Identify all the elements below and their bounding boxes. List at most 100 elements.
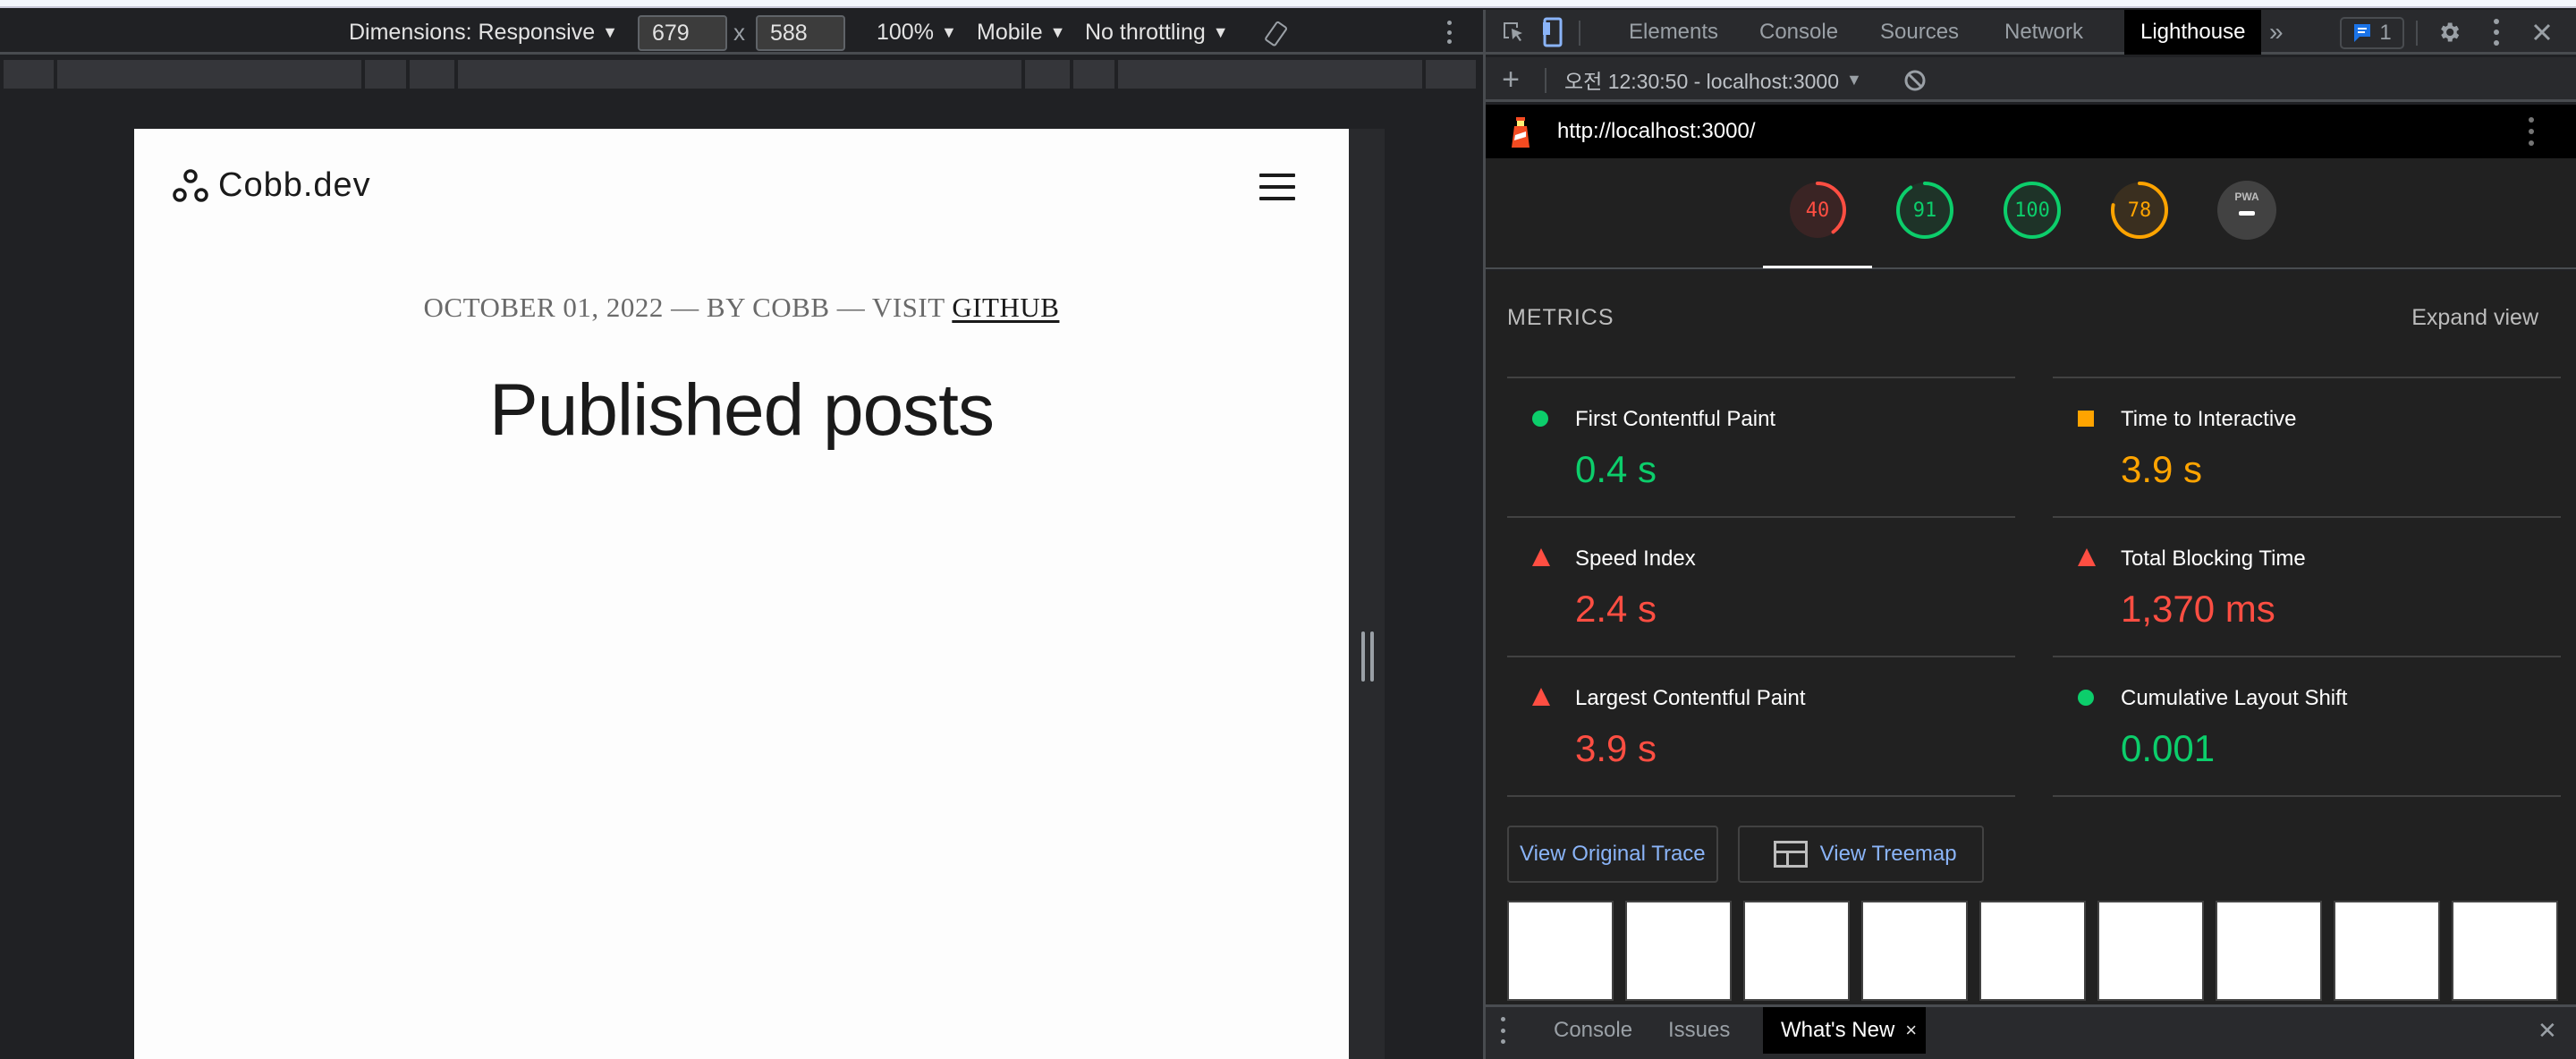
- fail-triangle-icon: [1532, 548, 1550, 566]
- emulated-viewport: Cobb.dev OCTOBER 01, 2022 — BY COBB — VI…: [134, 129, 1349, 1059]
- drawer-menu-icon[interactable]: [1498, 1017, 1507, 1044]
- zoom-dropdown[interactable]: 100% ▼: [877, 10, 957, 55]
- gauge-best-practices[interactable]: 100: [2002, 180, 2063, 241]
- expand-view-toggle[interactable]: Expand view: [2411, 305, 2538, 331]
- filmstrip-frame: [2097, 901, 2204, 1001]
- more-options-icon[interactable]: [1440, 19, 1458, 46]
- media-query-bar: [4, 60, 1479, 89]
- filmstrip-frame: [1743, 901, 1850, 1001]
- score-gauges: 40 91 100 78 PWA: [1486, 158, 2576, 269]
- toolbar-separator: [2416, 21, 2418, 46]
- metric-name: Cumulative Layout Shift: [2121, 686, 2348, 710]
- metric-cumulative-layout-shift: Cumulative Layout Shift 0.001: [2053, 657, 2563, 797]
- media-query-segment[interactable]: [1426, 60, 1476, 89]
- report-url[interactable]: http://localhost:3000/: [1557, 105, 1755, 158]
- caret-down-icon: ▼: [1846, 70, 1862, 89]
- device-toolbar: Dimensions: Responsive ▼ 679 x 588 100% …: [0, 10, 1483, 55]
- github-link[interactable]: GITHUB: [952, 292, 1059, 323]
- close-drawer-icon[interactable]: ✕: [2538, 1007, 2557, 1054]
- more-tabs-icon[interactable]: »: [2269, 10, 2284, 55]
- drawer-tab-issues[interactable]: Issues: [1668, 1007, 1730, 1054]
- media-query-segment[interactable]: [458, 60, 1021, 89]
- issues-icon: [2354, 24, 2371, 42]
- fail-triangle-icon: [1532, 688, 1550, 706]
- browser-top-strip: [0, 0, 2576, 8]
- gauge-pwa[interactable]: PWA: [2216, 180, 2277, 241]
- media-query-segment[interactable]: [4, 60, 54, 89]
- gauge-seo[interactable]: 78: [2109, 180, 2170, 241]
- filmstrip-frame: [1861, 901, 1968, 1001]
- post-meta-text: OCTOBER 01, 2022 — BY COBB — VISIT: [423, 292, 953, 323]
- devtools-panel: Elements Console Sources Network Lightho…: [1483, 10, 2576, 1059]
- new-report-button[interactable]: +: [1498, 63, 1523, 97]
- view-original-trace-button[interactable]: View Original Trace: [1507, 826, 1718, 883]
- drawer-tab-whats-new[interactable]: What's New ×: [1763, 1007, 1927, 1054]
- media-query-segment[interactable]: [1118, 60, 1422, 89]
- times-sign: x: [733, 18, 745, 46]
- height-input[interactable]: 588: [756, 15, 845, 51]
- filmstrip-frame: [2216, 901, 2322, 1001]
- metric-first-contentful-paint: First Contentful Paint 0.4 s: [1507, 378, 2017, 518]
- pass-circle-icon: [2078, 690, 2094, 706]
- throttling-dropdown[interactable]: No throttling ▼: [1085, 10, 1229, 55]
- view-treemap-button[interactable]: View Treemap: [1737, 826, 1984, 883]
- metric-speed-index: Speed Index 2.4 s: [1507, 518, 2017, 657]
- metric-value: 0.4 s: [1575, 448, 1657, 490]
- logo-icon: [173, 168, 208, 202]
- viewport-resize-handle[interactable]: [1361, 631, 1374, 682]
- device-toolbar-toggle-icon[interactable]: [1539, 17, 1566, 47]
- metric-total-blocking-time: Total Blocking Time 1,370 ms: [2053, 518, 2563, 657]
- drawer-tab-label: What's New: [1781, 1018, 1895, 1042]
- media-query-segment[interactable]: [1073, 60, 1114, 89]
- media-query-segment[interactable]: [410, 60, 454, 89]
- metrics-section: METRICS Expand view First Contentful Pai…: [1486, 271, 2576, 1013]
- pass-circle-icon: [1532, 411, 1548, 427]
- issues-counter-button[interactable]: 1: [2340, 17, 2404, 49]
- close-devtools-icon[interactable]: [2530, 21, 2554, 44]
- zoom-label: 100%: [877, 19, 934, 45]
- metric-value: 1,370 ms: [2121, 588, 2275, 630]
- rotate-icon[interactable]: [1263, 21, 1290, 47]
- metric-name: Total Blocking Time: [2121, 546, 2306, 571]
- media-query-segment[interactable]: [57, 60, 361, 89]
- site-logo[interactable]: Cobb.dev: [172, 166, 371, 205]
- customize-devtools-icon[interactable]: [2487, 19, 2505, 46]
- media-query-segment[interactable]: [1025, 60, 1070, 89]
- button-label: View Treemap: [1819, 842, 1957, 866]
- gauge-performance[interactable]: 40: [1787, 180, 1848, 241]
- post-meta: OCTOBER 01, 2022 — BY COBB — VISIT GITHU…: [134, 292, 1349, 324]
- report-selector-label: 오전 12:30:50 - localhost:3000: [1564, 70, 1840, 93]
- tab-sources[interactable]: Sources: [1880, 10, 1959, 55]
- site-title: Cobb.dev: [218, 166, 371, 204]
- tab-lighthouse[interactable]: Lighthouse: [2124, 10, 2262, 55]
- tab-console[interactable]: Console: [1759, 10, 1838, 55]
- toolbar-separator: [1545, 68, 1546, 93]
- report-selector-dropdown[interactable]: 오전 12:30:50 - localhost:3000 ▼: [1564, 57, 1862, 102]
- tab-elements[interactable]: Elements: [1629, 10, 1718, 55]
- media-query-segment[interactable]: [365, 60, 406, 89]
- width-input[interactable]: 679: [638, 15, 727, 51]
- active-gauge-indicator: [1763, 266, 1872, 268]
- tab-network[interactable]: Network: [2004, 10, 2083, 55]
- clear-all-icon[interactable]: [1902, 68, 1928, 93]
- issues-count: 1: [2379, 21, 2392, 45]
- inspect-element-icon[interactable]: [1500, 19, 1527, 46]
- dimensions-dropdown[interactable]: Dimensions: Responsive ▼: [349, 10, 618, 55]
- metric-value: 2.4 s: [1575, 588, 1657, 630]
- gauge-score: 78: [2127, 199, 2152, 222]
- drawer-tab-console[interactable]: Console: [1554, 1007, 1632, 1054]
- filmstrip-frame: [1507, 901, 1614, 1001]
- gauge-accessibility[interactable]: 91: [1894, 180, 1955, 241]
- lighthouse-report-header: http://localhost:3000/: [1486, 105, 2576, 158]
- gauge-score: 100: [2014, 199, 2050, 222]
- button-label: View Original Trace: [1520, 842, 1706, 866]
- toolbar-separator: [1579, 21, 1580, 46]
- devtools-drawer: Console Issues What's New × ✕: [1486, 1004, 2576, 1059]
- report-menu-icon[interactable]: [2527, 117, 2536, 146]
- device-emulation-area: Dimensions: Responsive ▼ 679 x 588 100% …: [0, 10, 1483, 1059]
- caret-down-icon: ▼: [1212, 22, 1229, 41]
- device-type-dropdown[interactable]: Mobile ▼: [977, 10, 1065, 55]
- settings-gear-icon[interactable]: [2436, 19, 2462, 46]
- hamburger-menu-icon[interactable]: [1259, 174, 1295, 200]
- close-tab-icon[interactable]: ×: [1905, 1019, 1917, 1042]
